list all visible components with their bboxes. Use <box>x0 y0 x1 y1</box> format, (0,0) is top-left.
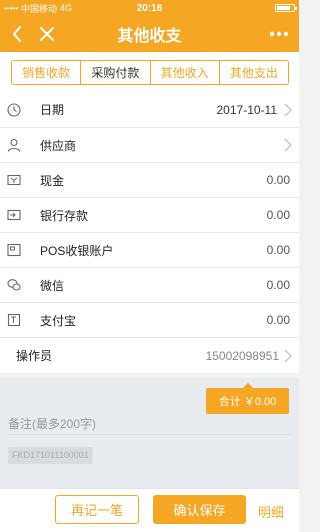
account-label: 现金 <box>40 173 65 188</box>
clock-icon <box>7 102 21 117</box>
tabs-container: 销售收款 采购付款 其他收入 其他支出 <box>0 52 299 92</box>
date-row[interactable]: 日期 2017-10-11 <box>0 92 299 127</box>
account-label: POS收银账户 <box>40 243 114 258</box>
battery-icon <box>275 4 297 12</box>
back-button[interactable] <box>2 16 32 52</box>
account-amount[interactable]: 0.00 <box>267 173 290 187</box>
close-icon <box>40 27 54 41</box>
supplier-label: 供应商 <box>40 138 77 153</box>
date-label: 日期 <box>40 103 65 117</box>
account-label: 银行存款 <box>40 208 89 223</box>
nav-bar: 其他收支 <box>0 16 299 52</box>
bank-card-icon <box>7 208 21 222</box>
chevron-right-icon <box>284 349 292 362</box>
alipay-icon <box>7 313 21 327</box>
more-dots-icon <box>269 31 289 37</box>
pos-row[interactable]: POS收银账户 0.00 <box>0 232 299 267</box>
alipay-row[interactable]: 支付宝 0.00 <box>0 302 299 337</box>
tab-purchase-payment[interactable]: 采购付款 <box>81 61 151 84</box>
form-list: 日期 2017-10-11 供应商 现金 0.00 银行存款 0.00 POS收… <box>0 92 299 373</box>
status-bar: ••••• 中国移动 4G 20:16 <box>0 0 299 16</box>
person-icon <box>7 138 21 152</box>
chevron-left-icon <box>13 26 21 42</box>
remark-section: 合计 ￥0.00 备注(最多200字) FKD171011100001 <box>0 378 299 488</box>
tab-other-income[interactable]: 其他收入 <box>150 61 220 84</box>
supplier-row[interactable]: 供应商 <box>0 127 299 162</box>
account-amount[interactable]: 0.00 <box>267 313 290 327</box>
wechat-row[interactable]: 微信 0.00 <box>0 267 299 302</box>
cash-icon <box>7 173 21 187</box>
bottom-bar: 再记一笔 确认保存 明细 <box>0 488 299 532</box>
date-value: 2017-10-11 <box>216 102 278 117</box>
segmented-tabs: 销售收款 采购付款 其他收入 其他支出 <box>11 60 289 85</box>
operator-row[interactable]: 操作员 15002098951 <box>0 337 299 373</box>
details-link[interactable]: 明细 <box>258 502 284 521</box>
chevron-right-icon <box>284 103 292 116</box>
account-amount[interactable]: 0.00 <box>267 208 290 222</box>
chevron-right-icon <box>284 138 292 152</box>
document-code: FKD171011100001 <box>8 447 93 464</box>
divider <box>8 434 291 435</box>
account-amount[interactable]: 0.00 <box>267 278 290 292</box>
account-amount[interactable]: 0.00 <box>267 243 290 257</box>
confirm-save-button[interactable]: 确认保存 <box>153 495 246 524</box>
operator-label: 操作员 <box>16 349 53 363</box>
remark-input[interactable]: 备注(最多200字) <box>8 415 96 432</box>
account-label: 微信 <box>40 278 65 293</box>
close-button[interactable] <box>32 16 62 52</box>
cash-row[interactable]: 现金 0.00 <box>0 162 299 197</box>
status-right <box>275 4 297 12</box>
account-label: 支付宝 <box>40 313 77 328</box>
record-another-button[interactable]: 再记一笔 <box>55 495 139 524</box>
total-badge: 合计 ￥0.00 <box>206 383 289 414</box>
status-time: 20:16 <box>136 2 163 14</box>
tab-other-expense[interactable]: 其他支出 <box>219 61 288 84</box>
wechat-icon <box>7 278 21 292</box>
tab-sales-receipt[interactable]: 销售收款 <box>12 61 82 84</box>
bank-row[interactable]: 银行存款 0.00 <box>0 197 299 232</box>
more-button[interactable] <box>259 16 299 52</box>
pos-terminal-icon <box>7 243 21 257</box>
operator-value: 15002098951 <box>205 348 279 363</box>
